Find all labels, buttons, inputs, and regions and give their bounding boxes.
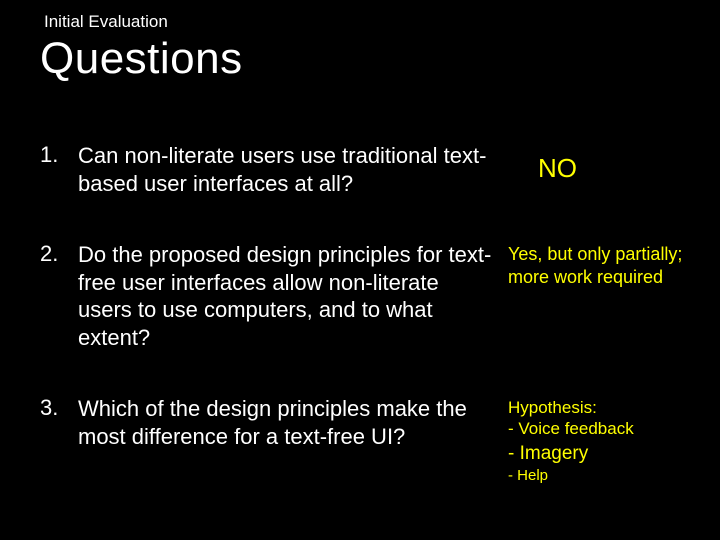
question-list: 1. Can non-literate users use traditiona… [0,142,720,486]
slide: Initial Evaluation Questions 1. Can non-… [0,0,720,540]
answer-text: Yes, but only partially; more work requi… [508,241,700,288]
answer-text: Hypothesis: - Voice feedback - Imagery -… [508,395,700,486]
answer-line: - Voice feedback [508,418,700,439]
question-text: Do the proposed design principles for te… [78,241,508,351]
answer-text: NO [508,142,700,185]
answer-line: - Imagery [508,442,700,466]
answer-line: - Help [508,467,700,486]
question-number: 2. [40,241,78,267]
question-number: 1. [40,142,78,168]
question-number: 3. [40,395,78,421]
question-text: Can non-literate users use traditional t… [78,142,508,197]
answer-line: Hypothesis: [508,397,700,418]
kicker-text: Initial Evaluation [44,12,720,32]
question-text: Which of the design principles make the … [78,395,508,450]
slide-title: Questions [40,34,720,84]
question-row: 2. Do the proposed design principles for… [0,241,720,351]
question-row: 1. Can non-literate users use traditiona… [0,142,720,197]
question-row: 3. Which of the design principles make t… [0,395,720,486]
